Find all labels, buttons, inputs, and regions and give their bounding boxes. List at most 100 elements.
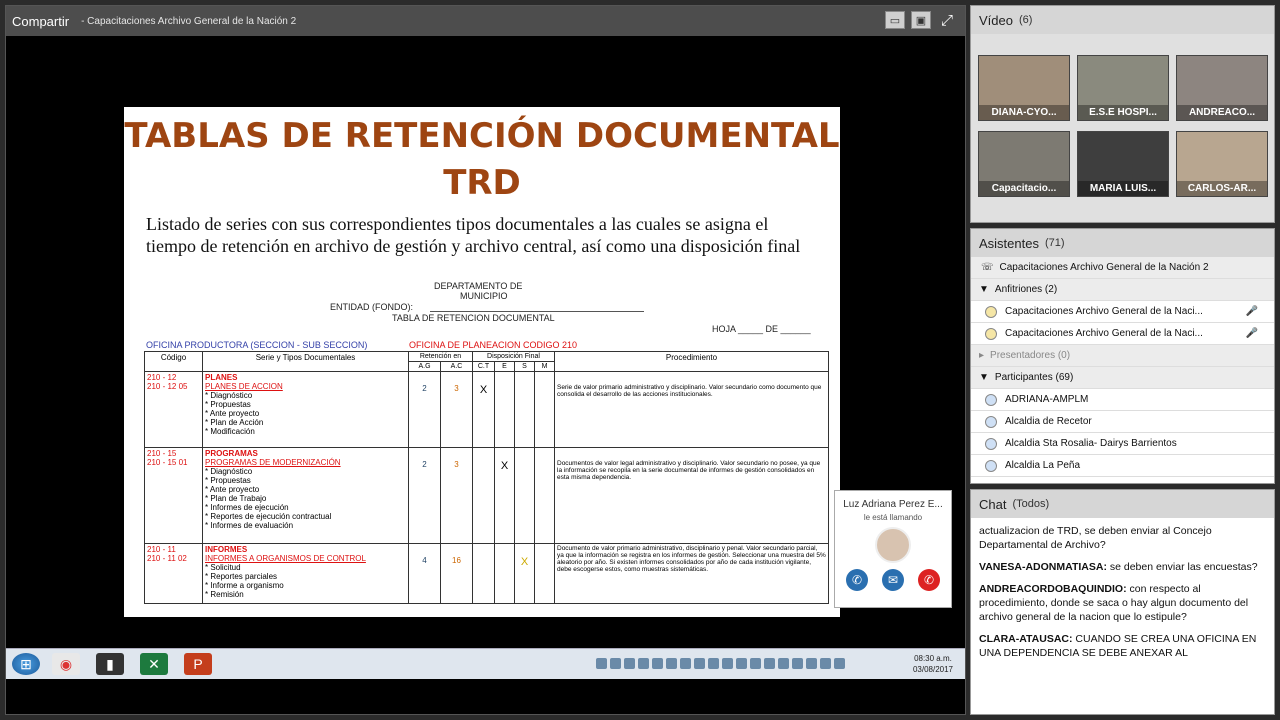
- participant-row[interactable]: Alcaldia Sta Rosalia- Dairys Barrientos: [971, 433, 1274, 455]
- tray-icon[interactable]: [792, 658, 803, 669]
- excel-icon[interactable]: ✕: [140, 653, 168, 675]
- row-s: X: [514, 543, 535, 604]
- participant-icon: [985, 393, 997, 406]
- row-ac: 3: [440, 371, 473, 448]
- video-title: Vídeo: [979, 12, 1013, 28]
- host-name: Capacitaciones Archivo General de la Nac…: [1005, 328, 1203, 339]
- share-title: Compartir: [12, 13, 70, 29]
- host-name: Capacitaciones Archivo General de la Nac…: [1005, 306, 1203, 317]
- full-screen-view-icon[interactable]: ▣: [911, 11, 931, 29]
- participant-row[interactable]: Alcaldia La Peña: [971, 455, 1274, 477]
- system-clock[interactable]: 08:30 a.m. 03/08/2017: [913, 653, 953, 675]
- powerpoint-icon[interactable]: P: [184, 653, 212, 675]
- row-items: * Diagnóstico * Propuestas * Ante proyec…: [205, 391, 264, 436]
- session-row[interactable]: ☏ Capacitaciones Archivo General de la Na…: [971, 257, 1274, 279]
- participant-icon: [985, 459, 997, 472]
- hosts-group[interactable]: ▼ Anfitriones (2): [971, 279, 1274, 301]
- caller-avatar: [875, 527, 911, 563]
- header-ag: A.G: [408, 361, 441, 372]
- slide-title: TABLAS DE RETENCIÓN DOCUMENTAL TRD: [124, 113, 840, 207]
- tray-icon[interactable]: [652, 658, 663, 669]
- participants-label: Participantes (69): [994, 372, 1074, 383]
- tray-icon[interactable]: [680, 658, 691, 669]
- header-s: S: [514, 361, 535, 372]
- tray-icon[interactable]: [806, 658, 817, 669]
- incoming-call-popup: Luz Adriana Perez E... le está llamando …: [834, 490, 952, 608]
- row-items: * Diagnóstico * Propuestas * Ante proyec…: [205, 467, 332, 530]
- tray-icon[interactable]: [708, 658, 719, 669]
- participant-name: ADRIANA-AMPLM: [1005, 394, 1089, 405]
- attendees-pod: Asistentes (71) ☏ Capacitaciones Archivo …: [970, 228, 1275, 484]
- system-tray: [596, 658, 845, 669]
- shared-screen: TABLAS DE RETENCIÓN DOCUMENTAL TRD Lista…: [6, 36, 965, 714]
- chat-message: ANDREACORDOBAQUINDIO: con respecto al pr…: [979, 582, 1266, 624]
- message-icon[interactable]: ✉: [882, 569, 904, 591]
- video-tile-name: ANDREACO...: [1177, 105, 1267, 120]
- video-tile[interactable]: E.S.E HOSPI...: [1077, 55, 1169, 121]
- clock-time: 08:30 a.m.: [914, 654, 952, 663]
- session-name: Capacitaciones Archivo General de la Nac…: [999, 262, 1209, 273]
- host-icon: [985, 305, 997, 318]
- header-codigo: Código: [144, 351, 203, 372]
- chat-scope[interactable]: (Todos): [1012, 498, 1049, 510]
- video-tile[interactable]: MARIA LUIS...: [1077, 131, 1169, 197]
- attendees-title: Asistentes: [979, 235, 1039, 251]
- chat-text: se deben enviar las encuestas?: [1106, 561, 1258, 573]
- tray-icon[interactable]: [666, 658, 677, 669]
- tray-icon[interactable]: [624, 658, 635, 669]
- row-e: [494, 543, 515, 604]
- chat-author: CLARA-ATAUSAC:: [979, 633, 1073, 645]
- video-tile[interactable]: CARLOS-AR...: [1176, 131, 1268, 197]
- start-button[interactable]: ⊞: [12, 653, 40, 675]
- app-icon[interactable]: ▮: [96, 653, 124, 675]
- fit-width-icon[interactable]: ▭: [885, 11, 905, 29]
- header-serie: Serie y Tipos Documentales: [202, 351, 409, 372]
- tray-icon[interactable]: [778, 658, 789, 669]
- hoja-label: HOJA _____ DE ______: [712, 324, 811, 334]
- participant-row[interactable]: Alcaldia de Recetor: [971, 411, 1274, 433]
- mic-icon[interactable]: 🎤: [1246, 328, 1258, 339]
- share-header: Compartir - Capacitaciones Archivo Gener…: [6, 6, 965, 36]
- oficina-planeacion: OFICINA DE PLANEACION CODIGO 210: [409, 340, 578, 350]
- chat-messages[interactable]: actualizacion de TRD, se deben enviar al…: [971, 518, 1274, 674]
- row-subserie: INFORMES A ORGANISMOS DE CONTROL: [205, 554, 366, 563]
- tray-icon[interactable]: [722, 658, 733, 669]
- tray-icon[interactable]: [610, 658, 621, 669]
- header-retencion: Retención en: [408, 351, 473, 362]
- municipio-label: MUNICIPIO: [460, 291, 508, 301]
- header-disposicion: Disposición Final: [472, 351, 555, 362]
- participants-group[interactable]: ▼ Participantes (69): [971, 367, 1274, 389]
- video-tile[interactable]: DIANA-CYO...: [978, 55, 1070, 121]
- chat-message: actualizacion de TRD, se deben enviar al…: [979, 524, 1266, 552]
- tray-icon[interactable]: [694, 658, 705, 669]
- presenters-group[interactable]: ▸ Presentadores (0): [971, 345, 1274, 367]
- row-s: [514, 371, 535, 448]
- video-tile[interactable]: ANDREACO...: [1176, 55, 1268, 121]
- share-pod: Compartir - Capacitaciones Archivo Gener…: [5, 5, 966, 715]
- tray-icon[interactable]: [764, 658, 775, 669]
- mic-muted-icon[interactable]: 🎤: [1246, 306, 1258, 317]
- participant-name: Alcaldia Sta Rosalia- Dairys Barrientos: [1005, 438, 1177, 449]
- tray-icon[interactable]: [736, 658, 747, 669]
- tray-icon[interactable]: [834, 658, 845, 669]
- participant-name: Alcaldia de Recetor: [1005, 416, 1092, 427]
- row-s: [514, 447, 535, 544]
- host-row[interactable]: Capacitaciones Archivo General de la Nac…: [971, 301, 1274, 323]
- video-tile[interactable]: Capacitacio...: [978, 131, 1070, 197]
- decline-call-icon[interactable]: ✆: [918, 569, 940, 591]
- tabla-label: TABLA DE RETENCION DOCUMENTAL: [392, 313, 555, 323]
- table-row: 210 - 12 210 - 12 05 PLANES PLANES DE ACCI…: [144, 371, 829, 448]
- row-items: * Solicitud * Reportes parciales * Infor…: [205, 563, 284, 599]
- call-status: le está llamando: [863, 513, 923, 522]
- participant-row[interactable]: ADRIANA-AMPLM: [971, 389, 1274, 411]
- video-pod: Vídeo (6) DIANA-CYO... E.S.E HOSPI... AN…: [970, 5, 1275, 223]
- row-subserie: PLANES DE ACCION: [205, 382, 283, 391]
- chrome-icon[interactable]: ◉: [52, 653, 80, 675]
- tray-icon[interactable]: [750, 658, 761, 669]
- tray-icon[interactable]: [638, 658, 649, 669]
- maximize-icon[interactable]: ⤢: [937, 11, 957, 29]
- tray-icon[interactable]: [820, 658, 831, 669]
- tray-icon[interactable]: [596, 658, 607, 669]
- host-row[interactable]: Capacitaciones Archivo General de la Nac…: [971, 323, 1274, 345]
- accept-call-icon[interactable]: ✆: [846, 569, 868, 591]
